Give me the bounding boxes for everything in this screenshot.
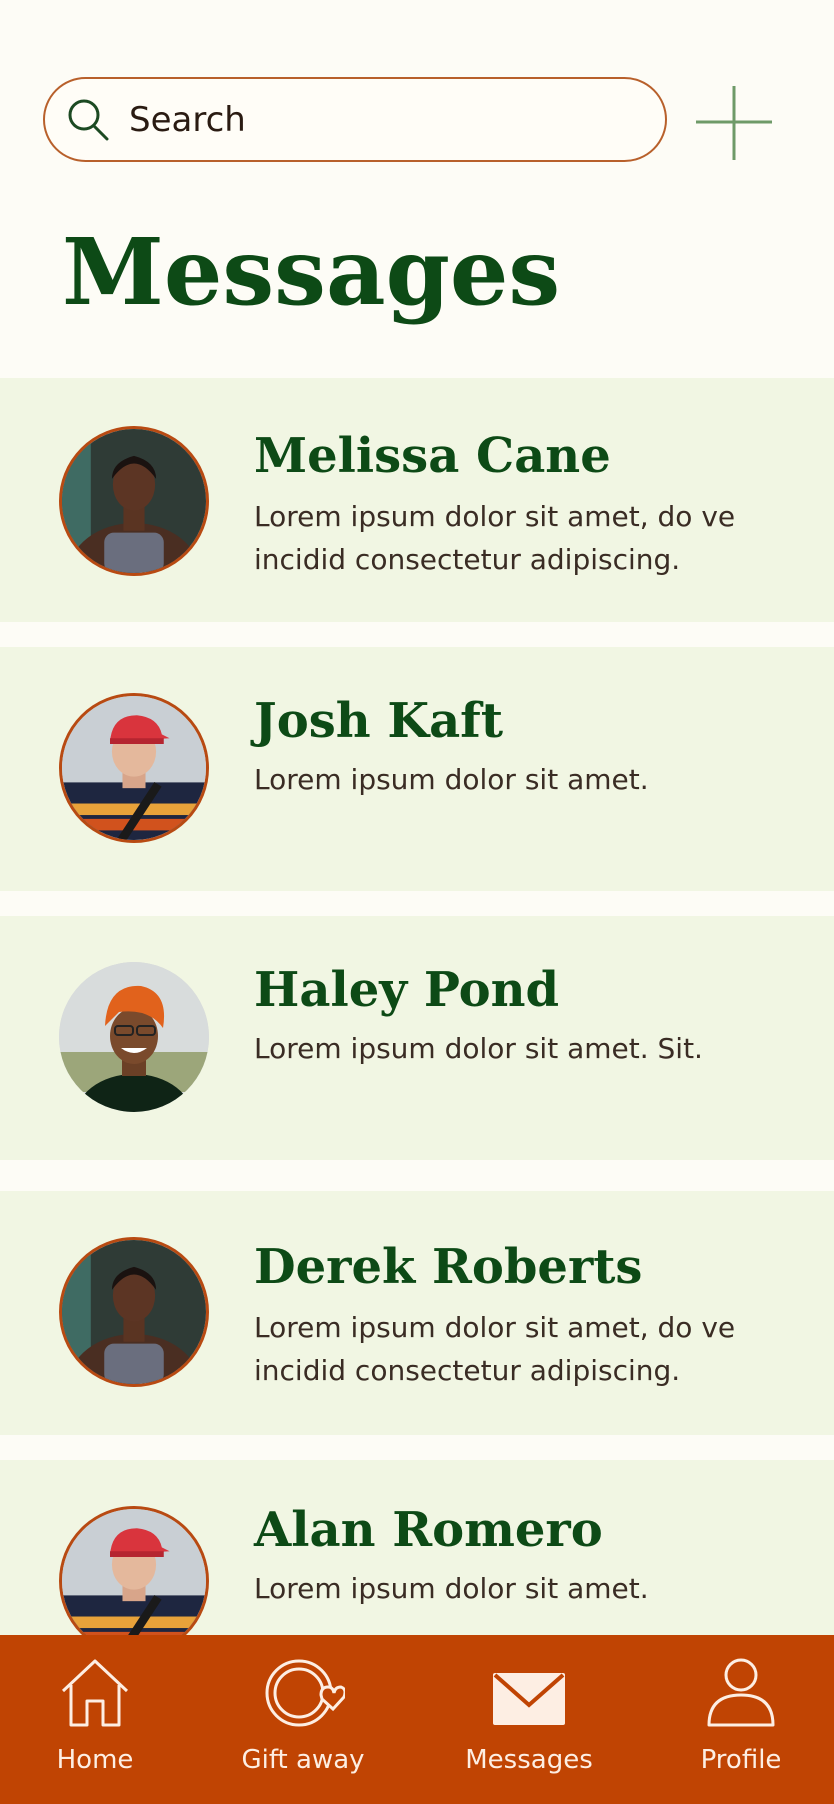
tab-label: Home <box>56 1745 134 1775</box>
search-input[interactable] <box>129 89 649 151</box>
contact-name: Derek Roberts <box>254 1239 643 1295</box>
home-icon <box>61 1659 129 1727</box>
tab-profile[interactable]: Profile <box>690 1635 792 1804</box>
conversation-item[interactable]: Haley Pond Lorem ipsum dolor sit amet. S… <box>0 916 834 1160</box>
avatar <box>59 693 209 843</box>
message-preview: Lorem ipsum dolor sit amet. <box>254 1572 649 1605</box>
contact-name: Alan Romero <box>254 1502 603 1558</box>
tab-home[interactable]: Home <box>40 1635 150 1804</box>
tab-label: Gift away <box>241 1745 365 1775</box>
add-icon[interactable] <box>694 84 774 162</box>
header: Messages <box>0 0 834 378</box>
contact-name: Melissa Cane <box>254 428 611 484</box>
avatar <box>59 1506 209 1656</box>
profile-icon <box>707 1658 775 1727</box>
conversation-item[interactable]: Derek Roberts Lorem ipsum dolor sit amet… <box>0 1191 834 1435</box>
page-title: Messages <box>62 218 561 326</box>
avatar <box>59 1237 209 1387</box>
conversation-item[interactable]: Josh Kaft Lorem ipsum dolor sit amet. <box>0 647 834 891</box>
avatar <box>59 426 209 576</box>
search-bar[interactable] <box>43 77 667 162</box>
avatar <box>59 962 209 1112</box>
contact-name: Josh Kaft <box>254 693 503 749</box>
tab-gift-away[interactable]: Gift away <box>233 1635 373 1804</box>
tab-messages[interactable]: Messages <box>459 1635 599 1804</box>
message-preview: Lorem ipsum dolor sit amet. Sit. <box>254 1032 703 1065</box>
gift-away-icon <box>265 1659 345 1727</box>
search-icon <box>68 99 109 141</box>
conversation-item[interactable]: Melissa Cane Lorem ipsum dolor sit amet,… <box>0 378 834 622</box>
contact-name: Haley Pond <box>254 962 560 1018</box>
message-preview: Lorem ipsum dolor sit amet. <box>254 763 649 796</box>
message-preview: Lorem ipsum dolor sit amet, do ve incidi… <box>254 500 736 576</box>
message-preview: Lorem ipsum dolor sit amet, do ve incidi… <box>254 1311 736 1387</box>
envelope-icon <box>493 1673 565 1725</box>
tab-label: Profile <box>700 1745 782 1775</box>
tab-label: Messages <box>465 1745 593 1775</box>
bottom-tab-bar: Home Gift away Messages Profile <box>0 1635 834 1804</box>
